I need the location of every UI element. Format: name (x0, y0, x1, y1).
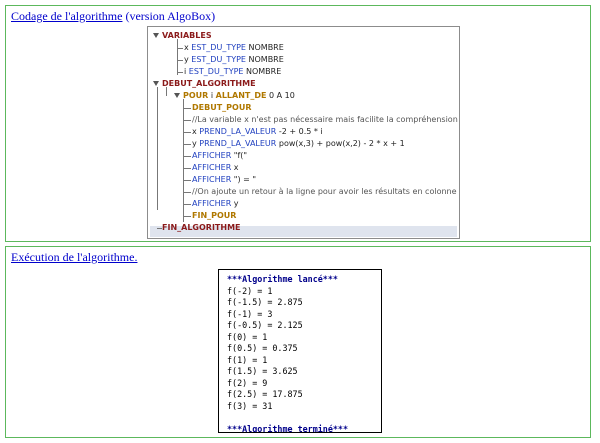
code-panel-title-link[interactable]: Codage de l'algorithme (11, 9, 122, 23)
console-line: f(-1) = 3 (227, 308, 273, 319)
tree-row[interactable]: //La variable x n'est pas nécessaire mai… (192, 114, 458, 126)
tree-row[interactable]: y PREND_LA_VALEUR pow(x,3) + pow(x,2) - … (192, 138, 405, 150)
expand-triangle-icon[interactable] (153, 33, 159, 38)
output-console: ***Algorithme lancé*** f(-2) = 1 f(-1.5) … (218, 269, 382, 433)
tree-connector-line (183, 168, 191, 169)
console-line: f(2) = 9 (227, 377, 268, 388)
tree-row-token: EST_DU_TYPE (191, 43, 246, 52)
code-panel-title: Codage de l'algorithme (version AlgoBox) (11, 9, 215, 24)
tree-row-token: POUR (183, 91, 209, 100)
expand-triangle-icon[interactable] (174, 93, 180, 98)
tree-row-token: AFFICHER (192, 151, 232, 160)
tree-connector-line (183, 204, 191, 205)
tree-connector-line (183, 192, 191, 193)
tree-row-token: 0 A 10 (266, 91, 295, 100)
tree-row[interactable]: POUR i ALLANT_DE 0 A 10 (174, 90, 295, 102)
console-line: f(-2) = 1 (227, 285, 273, 296)
execution-panel: Exécution de l'algorithme. ***Algorithme… (5, 246, 591, 438)
tree-row[interactable]: AFFICHER x (192, 162, 239, 174)
console-line: f(1) = 1 (227, 354, 268, 365)
tree-row-token: AFFICHER (192, 199, 232, 208)
tree-row-token: pow(x,3) + pow(x,2) - 2 * x + 1 (276, 139, 405, 148)
tree-connector-line (157, 87, 158, 210)
tree-row-token: PREND_LA_VALEUR (199, 139, 277, 148)
tree-row-token: PREND_LA_VALEUR (199, 127, 277, 136)
tree-row-token: //On ajoute un retour à la ligne pour av… (192, 187, 457, 196)
tree-row[interactable]: FIN_ALGORITHME (162, 222, 241, 234)
tree-row-token: FIN_ALGORITHME (162, 223, 241, 232)
code-panel: Codage de l'algorithme (version AlgoBox)… (5, 5, 591, 242)
tree-row-token: NOMBRE (243, 67, 282, 76)
tree-row-token: NOMBRE (245, 43, 284, 52)
tree-connector-line (157, 228, 162, 229)
tree-row-token: NOMBRE (245, 55, 284, 64)
tree-connector-line (183, 216, 191, 217)
console-line: f(0) = 1 (227, 331, 268, 342)
tree-row-token: DEBUT_ALGORITHME (162, 79, 256, 88)
tree-row-token: i (208, 91, 216, 100)
tree-row-token: AFFICHER (192, 163, 232, 172)
tree-row[interactable]: x EST_DU_TYPE NOMBRE (184, 42, 284, 54)
algobox-tree-view[interactable]: VARIABLES x EST_DU_TYPE NOMBRE y EST_DU_TY… (147, 26, 460, 239)
tree-row[interactable]: AFFICHER ") = " (192, 174, 256, 186)
tree-row-token: -2 + 0.5 * i (276, 127, 323, 136)
console-line: f(-1.5) = 2.875 (227, 297, 303, 307)
tree-row-token: ") = " (231, 175, 257, 184)
tree-row[interactable]: DEBUT_POUR (192, 102, 251, 114)
tree-connector-line (183, 132, 191, 133)
console-line: f(0.5) = 0.375 (227, 343, 298, 353)
console-line: f(2.5) = 17.875 (227, 389, 303, 399)
console-lines: f(-2) = 1 f(-1.5) = 2.875 f(-1) = 3 f(-0.5)… (227, 286, 381, 413)
tree-row[interactable]: //On ajoute un retour à la ligne pour av… (192, 186, 457, 198)
tree-row-token: //La variable x n'est pas nécessaire mai… (192, 115, 458, 124)
tree-connector-line (183, 120, 191, 121)
tree-row-token: EST_DU_TYPE (188, 67, 244, 76)
tree-connector-line (177, 39, 178, 75)
tree-row[interactable]: y EST_DU_TYPE NOMBRE (184, 54, 284, 66)
tree-row[interactable]: FIN_POUR (192, 210, 236, 222)
execution-panel-title-link[interactable]: Exécution de l'algorithme. (11, 250, 137, 264)
tree-connector-line (183, 180, 191, 181)
tree-connector-line (177, 48, 183, 49)
console-line: f(3) = 31 (227, 400, 273, 411)
console-line: f(1.5) = 3.625 (227, 366, 298, 376)
tree-connector-line (183, 156, 191, 157)
code-panel-title-suffix: (version AlgoBox) (122, 9, 216, 23)
expand-triangle-icon[interactable] (153, 81, 159, 86)
tree-row[interactable]: i EST_DU_TYPE NOMBRE (184, 66, 281, 78)
tree-row[interactable]: x PREND_LA_VALEUR -2 + 0.5 * i (192, 126, 323, 138)
tree-row-token: EST_DU_TYPE (191, 55, 246, 64)
tree-row[interactable]: VARIABLES (153, 30, 212, 42)
tree-connector-line (183, 108, 191, 109)
tree-connector-line (183, 144, 191, 145)
execution-panel-title: Exécution de l'algorithme. (11, 250, 137, 265)
tree-row-token: ALLANT_DE (215, 91, 267, 100)
tree-row-token: AFFICHER (192, 175, 232, 184)
tree-row[interactable]: AFFICHER "f(" (192, 150, 247, 162)
tree-row[interactable]: DEBUT_ALGORITHME (153, 78, 256, 90)
tree-row-token: x (231, 163, 239, 172)
tree-row-token: y (231, 199, 239, 208)
tree-row-token: "f(" (231, 151, 248, 160)
console-line: f(-0.5) = 2.125 (227, 320, 303, 330)
console-header: ***Algorithme lancé*** (227, 274, 338, 284)
console-blank-line: ​ (227, 412, 381, 424)
tree-row-token: DEBUT_POUR (192, 103, 252, 112)
tree-connector-line (166, 87, 167, 96)
tree-row-token: FIN_POUR (192, 211, 237, 220)
console-footer: ***Algorithme terminé*** (227, 423, 349, 433)
tree-connector-line (177, 60, 183, 61)
tree-connector-line (177, 72, 183, 73)
tree-row-token: VARIABLES (162, 31, 212, 40)
tree-row[interactable]: AFFICHER y (192, 198, 239, 210)
